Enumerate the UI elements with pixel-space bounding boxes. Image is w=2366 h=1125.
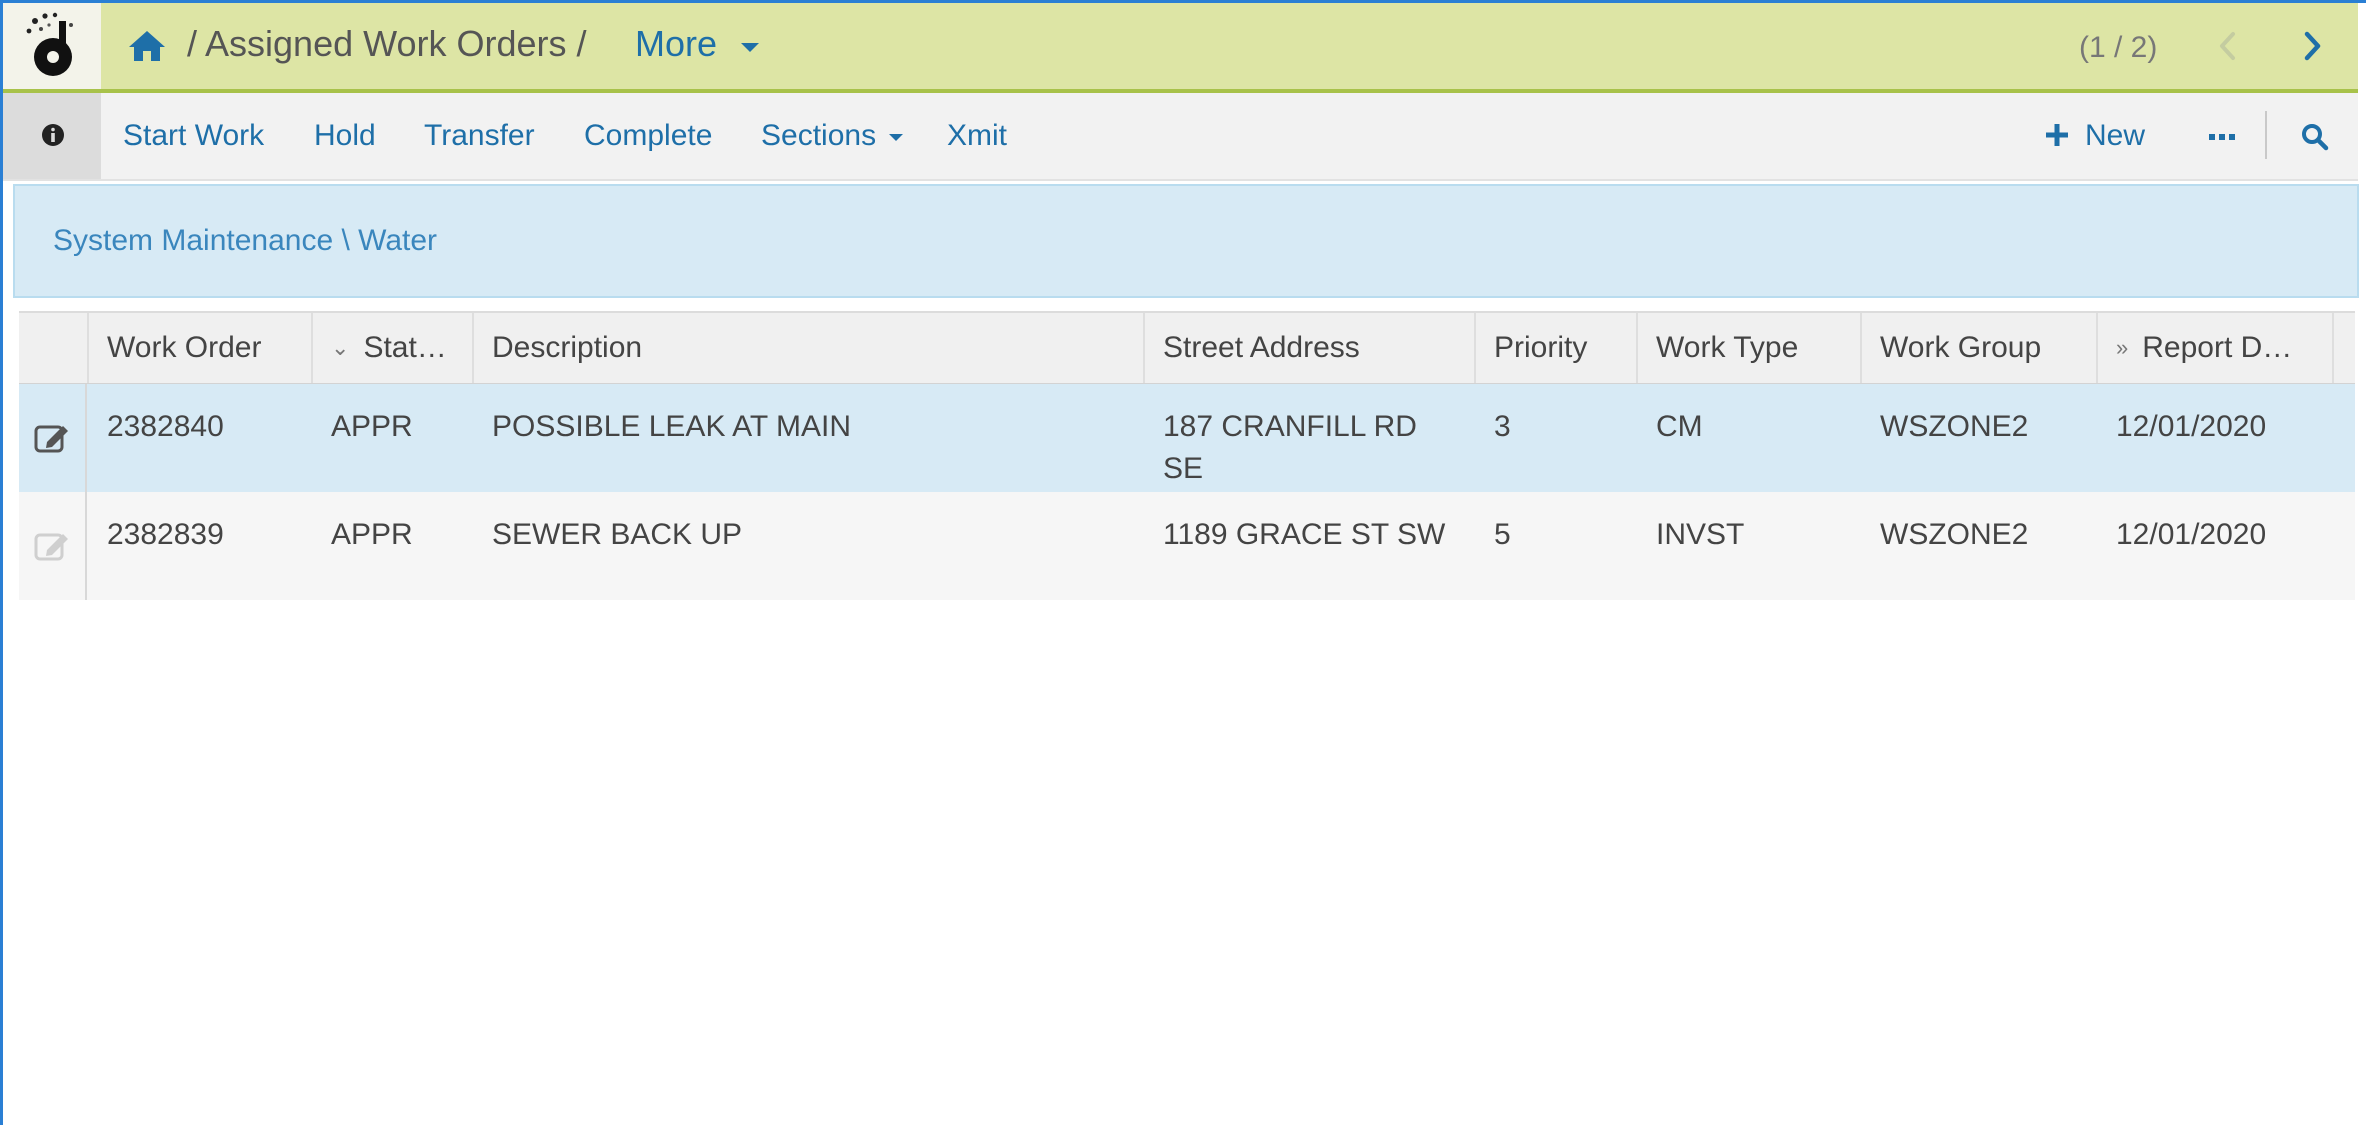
app-window: / Assigned Work Orders / More (1 / 2) St… [0, 0, 2366, 1125]
app-logo[interactable] [3, 3, 101, 89]
toolbar-divider [2265, 111, 2267, 159]
edit-icon[interactable] [33, 528, 73, 564]
category-path[interactable]: System Maintenance \ Water [53, 224, 437, 258]
home-icon[interactable] [127, 29, 167, 63]
caret-down-icon[interactable] [889, 134, 903, 141]
cell-priority: 3 [1494, 410, 1511, 443]
edit-cell[interactable] [19, 384, 87, 492]
breadcrumb-title: / Assigned Work Orders / [187, 23, 587, 64]
cell-work-type: INVST [1656, 518, 1745, 551]
header-label: Work Type [1656, 331, 1799, 364]
ellipsis-icon[interactable] [2209, 133, 2235, 141]
cell-work-type: CM [1656, 410, 1703, 443]
cell-street-address: 1189 GRACE ST SW [1163, 518, 1446, 551]
chevron-right-icon[interactable] [2301, 31, 2323, 61]
header-label: Priority [1494, 331, 1588, 364]
more-menu[interactable]: More [635, 23, 717, 65]
table-row[interactable]: 2382840 APPR POSSIBLE LEAK AT MAIN 187 C… [19, 384, 2355, 492]
cell-report-date: 12/01/2020 [2116, 410, 2267, 443]
cell-work-order: 2382839 [107, 518, 224, 551]
header-label: Work Group [1880, 331, 2042, 364]
cell-description: SEWER BACK UP [492, 518, 743, 551]
xmit-button[interactable]: Xmit [947, 119, 1007, 153]
sort-double-down-icon: » [2116, 335, 2129, 360]
header-work-group[interactable]: Work Group [1862, 313, 2098, 383]
info-button[interactable] [3, 93, 101, 179]
header-label: Report D… [2142, 331, 2293, 364]
header-work-type[interactable]: Work Type [1638, 313, 1862, 383]
cell-work-order: 2382840 [107, 410, 224, 443]
header-status[interactable]: ⌄ Stat… [313, 313, 474, 383]
pager-indicator: (1 / 2) [2079, 31, 2158, 64]
complete-button[interactable]: Complete [584, 119, 712, 153]
cell-report-date: 12/01/2020 [2116, 518, 2267, 551]
header-label: Stat… [363, 331, 447, 364]
header-report-date[interactable]: » Report D… [2098, 313, 2334, 383]
cell-work-group: WSZONE2 [1880, 410, 2029, 443]
cell-priority: 5 [1494, 518, 1511, 551]
sort-desc-icon: ⌄ [331, 335, 350, 360]
transfer-button[interactable]: Transfer [424, 119, 535, 153]
header-label: Street Address [1163, 331, 1360, 364]
chevron-down-icon[interactable] [741, 43, 759, 52]
title-bar: / Assigned Work Orders / More (1 / 2) [3, 3, 2358, 93]
header-label: Work Order [107, 331, 262, 364]
header-work-order[interactable]: Work Order [89, 313, 313, 383]
header-label: Description [492, 331, 643, 364]
header-street-address[interactable]: Street Address [1145, 313, 1476, 383]
plus-icon[interactable] [2045, 123, 2069, 147]
header-edit-column [19, 313, 89, 383]
start-work-button[interactable]: Start Work [123, 119, 264, 153]
grid-header: Work Order ⌄ Stat… Description Street Add… [19, 311, 2355, 386]
header-priority[interactable]: Priority [1476, 313, 1638, 383]
hold-button[interactable]: Hold [314, 119, 376, 153]
table-row[interactable]: 2382839 APPR SEWER BACK UP 1189 GRACE ST… [19, 492, 2355, 600]
cell-work-group: WSZONE2 [1880, 518, 2029, 551]
cell-status: APPR [331, 410, 413, 443]
edit-icon[interactable] [33, 420, 73, 456]
search-icon[interactable] [2301, 123, 2329, 151]
category-path-banner: System Maintenance \ Water [13, 184, 2359, 298]
cell-street-address: 187 CRANFILL RD SE [1163, 410, 1417, 485]
edit-cell[interactable] [19, 492, 87, 600]
sections-dropdown[interactable]: Sections [761, 119, 876, 153]
header-description[interactable]: Description [474, 313, 1145, 383]
cell-status: APPR [331, 518, 413, 551]
action-toolbar: Start Work Hold Transfer Complete Sectio… [3, 93, 2358, 181]
cell-description: POSSIBLE LEAK AT MAIN [492, 410, 852, 443]
chevron-left-icon[interactable] [2217, 31, 2239, 61]
logo-icon [26, 12, 73, 76]
new-button[interactable]: New [2085, 119, 2145, 153]
info-icon [42, 124, 64, 146]
